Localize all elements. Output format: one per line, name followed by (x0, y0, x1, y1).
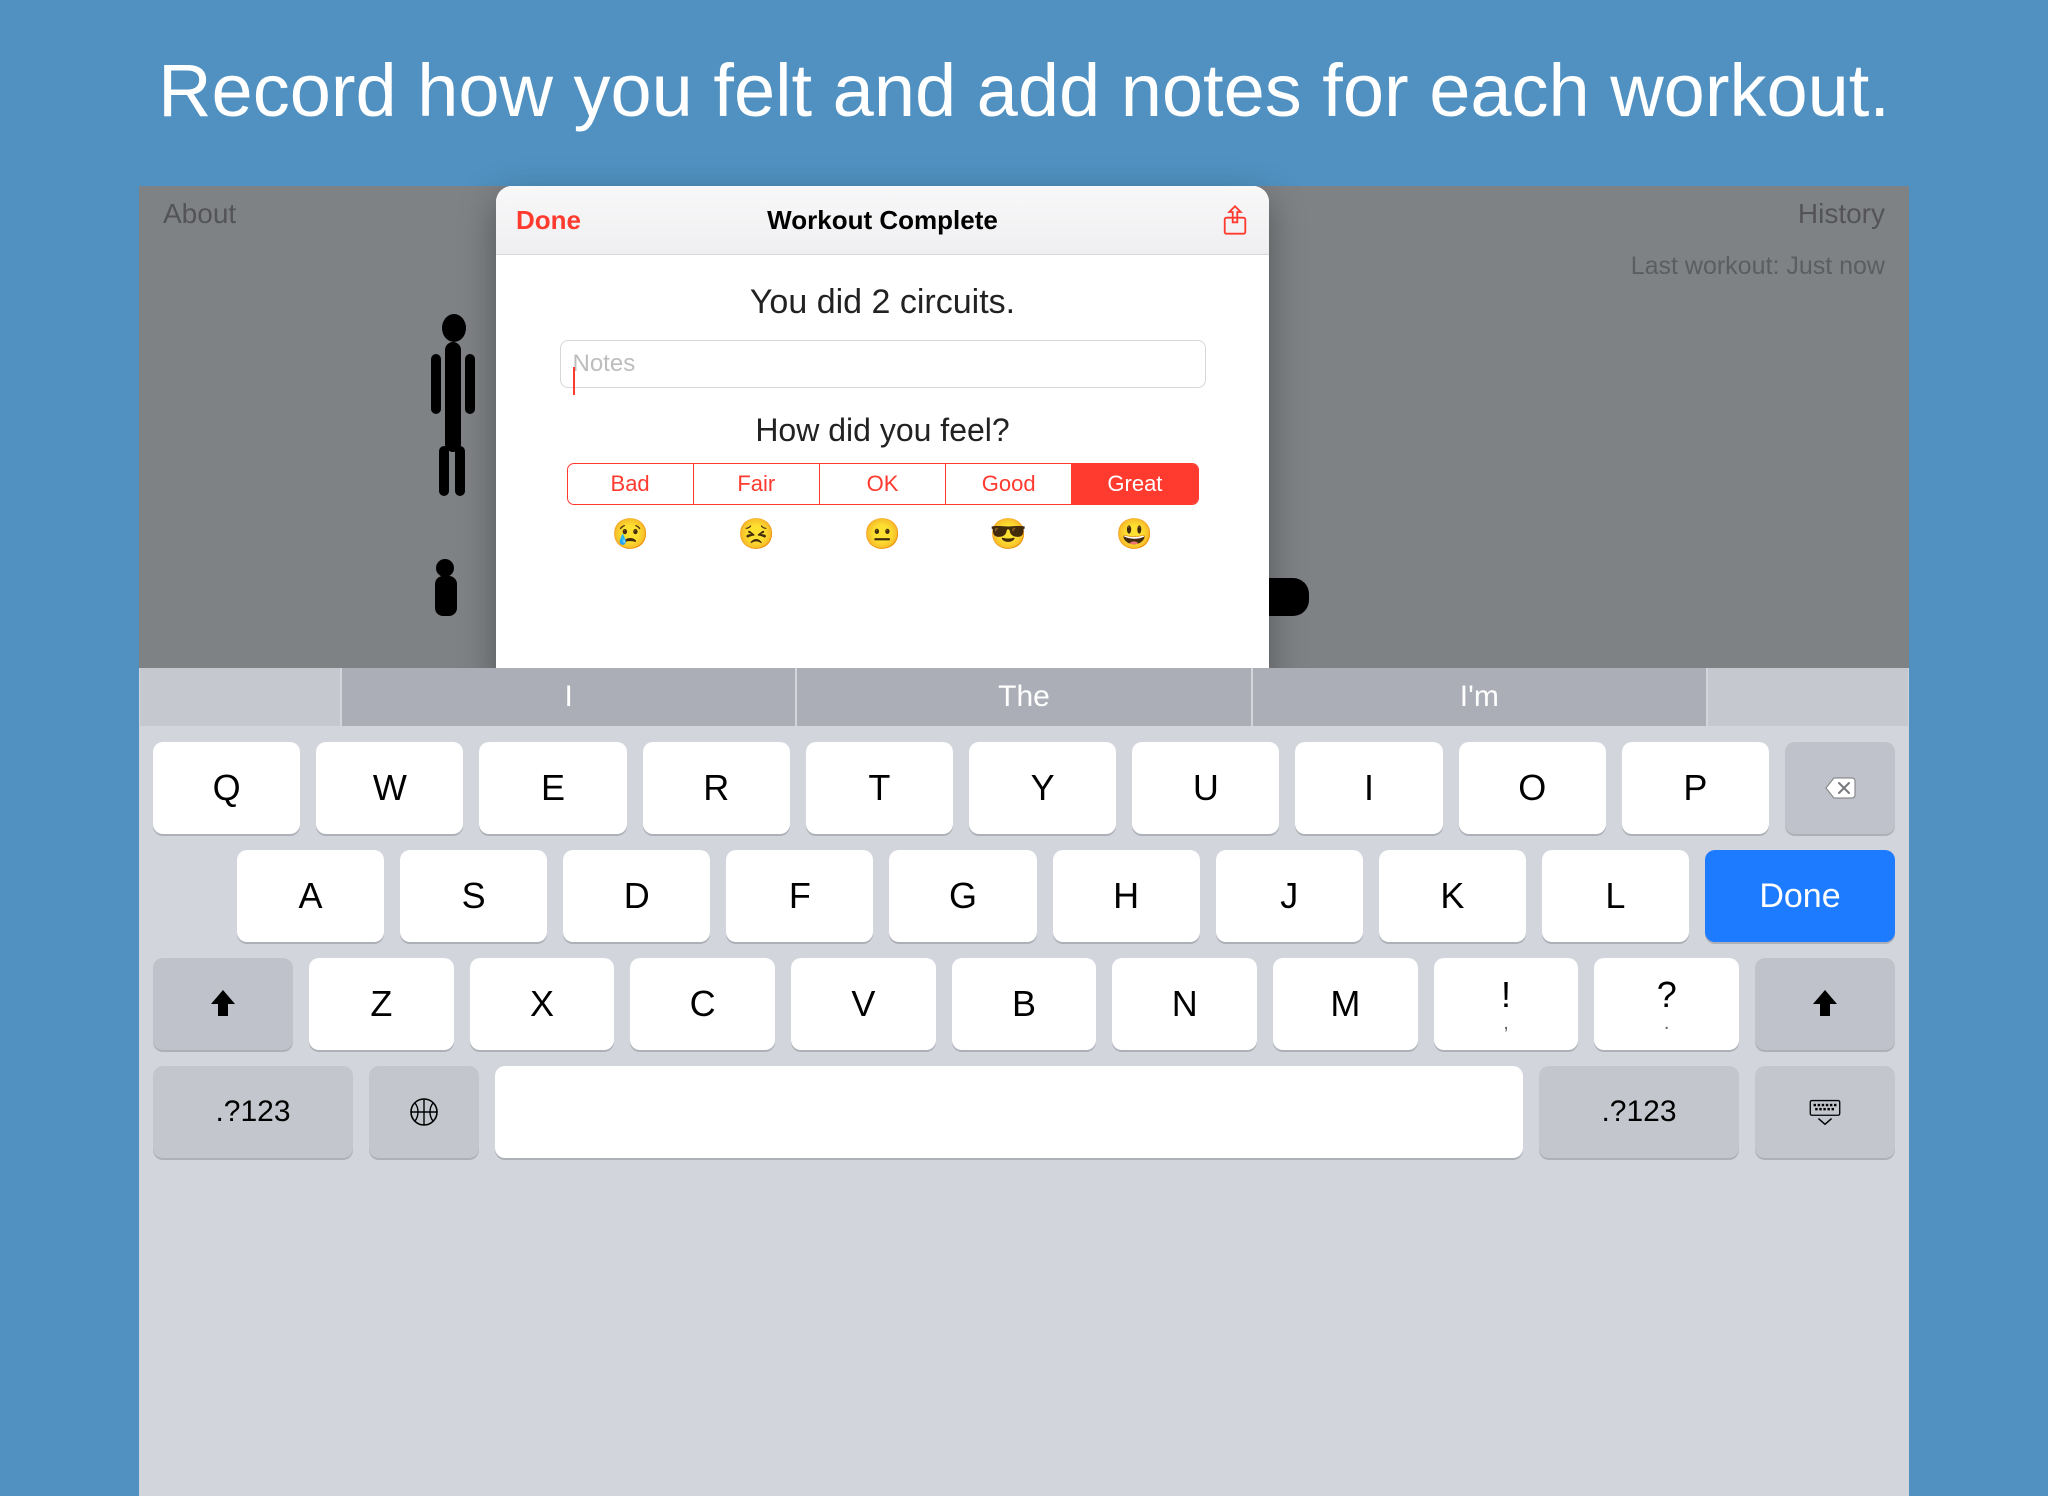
key-punct-bot: . (1664, 1012, 1670, 1035)
emoji-great-icon: 😃 (1072, 517, 1198, 552)
nav-history-button[interactable]: History (1798, 198, 1885, 230)
popover-body: You did 2 circuits. How did you feel? Ba… (496, 255, 1269, 552)
key-numbers[interactable]: .?123 (1539, 1066, 1739, 1158)
rating-segmented-control[interactable]: Bad Fair OK Good Great (567, 463, 1199, 505)
feel-prompt-label: How did you feel? (536, 412, 1229, 449)
exercise-silhouette-icon (445, 342, 461, 452)
key-v[interactable]: V (791, 958, 936, 1050)
emoji-ok-icon: 😐 (820, 517, 946, 552)
key-w[interactable]: W (316, 742, 463, 834)
exercise-silhouette-icon (439, 446, 449, 496)
keyboard-row-3: Z X C V B N M ! , ? . (139, 942, 1909, 1050)
prediction-bar: I The I'm (139, 668, 1909, 726)
notes-input[interactable] (560, 340, 1206, 388)
key-o[interactable]: O (1459, 742, 1606, 834)
key-g[interactable]: G (889, 850, 1036, 942)
rating-emoji-row: 😢 😣 😐 😎 😃 (568, 517, 1198, 552)
key-space[interactable] (495, 1066, 1523, 1158)
rating-option-great[interactable]: Great (1072, 464, 1197, 504)
keyboard-row-4: .?123 .?123 (139, 1050, 1909, 1174)
key-punct-bot: , (1503, 1012, 1509, 1035)
key-globe[interactable] (369, 1066, 479, 1158)
prediction-spacer (140, 668, 340, 726)
keyboard-row-1: Q W E R T Y U I O P (139, 726, 1909, 834)
popover-done-button[interactable]: Done (516, 205, 581, 236)
key-shift[interactable] (153, 958, 293, 1050)
key-r[interactable]: R (643, 742, 790, 834)
rating-option-good[interactable]: Good (946, 464, 1072, 504)
key-b[interactable]: B (952, 958, 1097, 1050)
key-k[interactable]: K (1379, 850, 1526, 942)
prediction-suggestion[interactable]: The (797, 668, 1250, 726)
key-period[interactable]: ? . (1594, 958, 1739, 1050)
key-comma[interactable]: ! , (1434, 958, 1579, 1050)
key-u[interactable]: U (1132, 742, 1279, 834)
circuits-count-label: You did 2 circuits. (536, 283, 1229, 322)
prediction-suggestion[interactable]: I'm (1253, 668, 1706, 726)
exercise-silhouette-icon (431, 354, 441, 414)
key-d[interactable]: D (563, 850, 710, 942)
key-e[interactable]: E (479, 742, 626, 834)
key-spacer (153, 850, 221, 942)
emoji-bad-icon: 😢 (568, 517, 694, 552)
key-x[interactable]: X (470, 958, 615, 1050)
exercise-silhouette-icon (465, 354, 475, 414)
key-i[interactable]: I (1295, 742, 1442, 834)
key-hide-keyboard[interactable] (1755, 1066, 1895, 1158)
device-frame: About History Last workout: Just now Don… (139, 186, 1909, 1496)
key-shift[interactable] (1755, 958, 1895, 1050)
key-q[interactable]: Q (153, 742, 300, 834)
key-z[interactable]: Z (309, 958, 454, 1050)
notes-field-wrapper (560, 358, 1206, 375)
key-s[interactable]: S (400, 850, 547, 942)
nav-about-button[interactable]: About (163, 198, 236, 230)
share-icon[interactable] (1221, 204, 1249, 236)
keyboard: I The I'm Q W E R T Y U I O P (139, 668, 1909, 1496)
prediction-spacer (1708, 668, 1908, 726)
key-t[interactable]: T (806, 742, 953, 834)
key-backspace[interactable] (1785, 742, 1895, 834)
key-y[interactable]: Y (969, 742, 1116, 834)
popover-title: Workout Complete (767, 205, 998, 236)
key-a[interactable]: A (237, 850, 384, 942)
key-done[interactable]: Done (1705, 850, 1895, 942)
key-p[interactable]: P (1622, 742, 1769, 834)
key-f[interactable]: F (726, 850, 873, 942)
key-n[interactable]: N (1112, 958, 1257, 1050)
exercise-silhouette-icon (442, 314, 466, 342)
rating-option-fair[interactable]: Fair (694, 464, 820, 504)
app-background: About History Last workout: Just now Don… (139, 186, 1909, 1496)
workout-complete-popover: Done Workout Complete You did 2 circuits… (496, 186, 1269, 690)
emoji-fair-icon: 😣 (694, 517, 820, 552)
keyboard-row-2: A S D F G H J K L Done (139, 834, 1909, 942)
key-numbers[interactable]: .?123 (153, 1066, 353, 1158)
key-l[interactable]: L (1542, 850, 1689, 942)
key-h[interactable]: H (1053, 850, 1200, 942)
rating-option-bad[interactable]: Bad (568, 464, 694, 504)
last-workout-label: Last workout: Just now (1631, 252, 1885, 281)
prediction-suggestion[interactable]: I (342, 668, 795, 726)
promo-headline: Record how you felt and add notes for ea… (0, 0, 2048, 161)
key-punct-top: ! (1501, 974, 1511, 1016)
popover-navbar: Done Workout Complete (496, 186, 1269, 255)
exercise-silhouette-icon (455, 446, 465, 496)
key-j[interactable]: J (1216, 850, 1363, 942)
exercise-silhouette-icon (436, 559, 454, 577)
exercise-silhouette-icon (435, 576, 457, 616)
key-punct-top: ? (1657, 974, 1677, 1016)
emoji-good-icon: 😎 (946, 517, 1072, 552)
rating-option-ok[interactable]: OK (820, 464, 946, 504)
key-c[interactable]: C (630, 958, 775, 1050)
key-m[interactable]: M (1273, 958, 1418, 1050)
